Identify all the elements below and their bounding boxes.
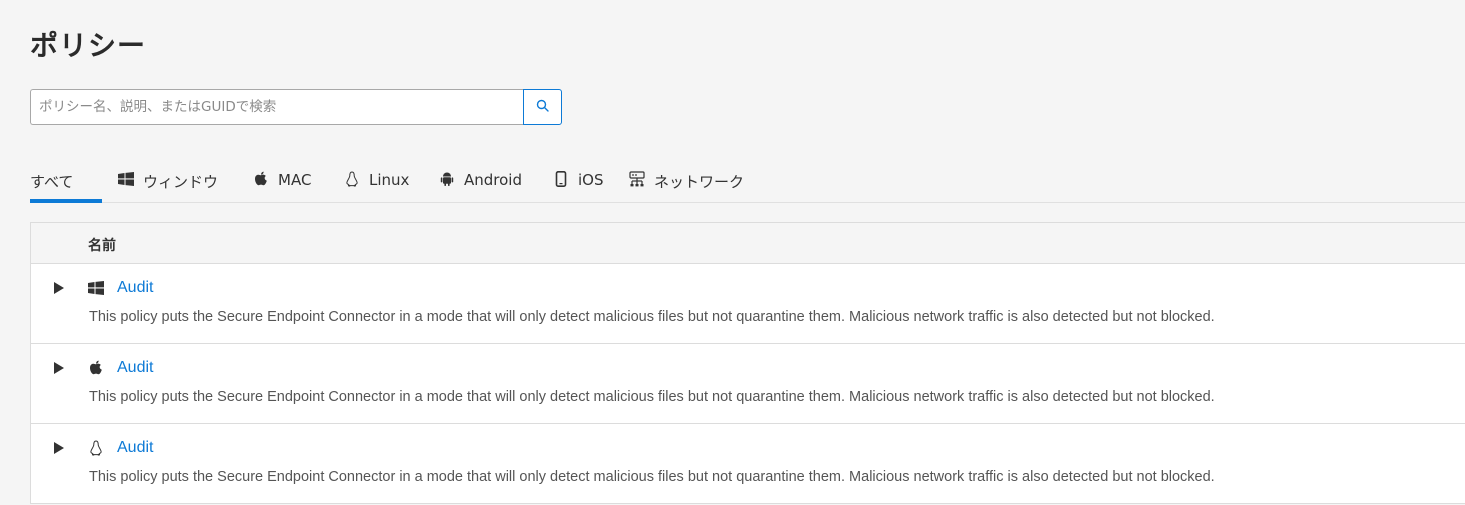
expand-row-icon[interactable]: [53, 442, 65, 454]
policy-name-link[interactable]: Audit: [117, 439, 153, 457]
windows-icon: [88, 280, 104, 296]
tab-all[interactable]: すべて: [30, 158, 102, 203]
tab-label: Android: [464, 171, 522, 189]
search-button[interactable]: [523, 89, 562, 125]
platform-tabs: すべて ウィンドウ MAC Linux Android iOS ネットワーク: [30, 158, 1465, 203]
network-icon: [629, 171, 645, 187]
page-title: ポリシー: [30, 29, 147, 62]
column-header-name: 名前: [88, 238, 116, 254]
tab-label: iOS: [578, 171, 604, 189]
apple-icon: [88, 360, 104, 376]
search-icon: [536, 99, 549, 115]
windows-icon: [118, 171, 134, 187]
tab-android[interactable]: Android: [439, 158, 522, 202]
policies-table: 名前 Audit This policy puts the Secure End…: [30, 222, 1465, 504]
tab-label: Linux: [369, 171, 410, 189]
tab-linux[interactable]: Linux: [344, 158, 409, 202]
tab-windows[interactable]: ウィンドウ: [118, 158, 218, 202]
policy-description: This policy puts the Secure Endpoint Con…: [89, 309, 1215, 325]
policies-page: ポリシー すべて: [0, 0, 1465, 505]
android-icon: [439, 171, 455, 187]
table-row: Audit This policy puts the Secure Endpoi…: [31, 344, 1465, 424]
policy-description: This policy puts the Secure Endpoint Con…: [89, 469, 1215, 485]
tab-label: MAC: [278, 171, 312, 189]
linux-icon: [344, 171, 360, 187]
expand-row-icon[interactable]: [53, 362, 65, 374]
table-row: Audit This policy puts the Secure Endpoi…: [31, 424, 1465, 504]
tab-label: すべて: [30, 173, 74, 191]
tab-label: ネットワーク: [654, 173, 745, 191]
table-header: 名前: [31, 223, 1465, 264]
tab-ios[interactable]: iOS: [553, 158, 604, 202]
linux-icon: [88, 440, 104, 456]
search-input[interactable]: [30, 89, 523, 125]
policy-name-link[interactable]: Audit: [117, 359, 153, 377]
apple-icon: [253, 171, 269, 187]
tab-mac[interactable]: MAC: [253, 158, 311, 202]
search-bar: [30, 89, 562, 125]
tab-network[interactable]: ネットワーク: [629, 158, 744, 202]
expand-row-icon[interactable]: [53, 282, 65, 294]
tab-label: ウィンドウ: [143, 173, 219, 191]
policy-name-link[interactable]: Audit: [117, 279, 153, 297]
active-tab-indicator: [30, 199, 102, 203]
table-row: Audit This policy puts the Secure Endpoi…: [31, 264, 1465, 344]
policy-description: This policy puts the Secure Endpoint Con…: [89, 389, 1215, 405]
mobile-phone-icon: [553, 171, 569, 187]
